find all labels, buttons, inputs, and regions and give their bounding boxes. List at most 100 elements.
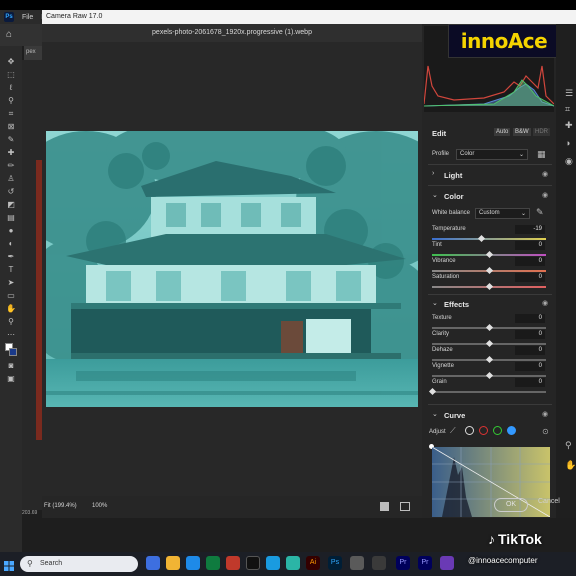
slider-track[interactable] — [432, 238, 546, 240]
document-tab[interactable]: pex — [24, 46, 44, 60]
slider-value-input[interactable]: 0 — [515, 273, 545, 282]
screen-mode-icon[interactable]: ▣ — [4, 373, 18, 384]
color-swatches-icon[interactable] — [4, 342, 18, 358]
tiktok-app-icon[interactable] — [246, 556, 260, 570]
healing-brush-icon[interactable]: ✚ — [4, 147, 18, 158]
cancel-button[interactable]: Cancel — [538, 498, 560, 505]
tiktok-brand: TikTok — [498, 531, 542, 547]
zoom-fit-select[interactable]: Fit (199.4%) — [44, 503, 77, 509]
taskbar-app-icon[interactable] — [206, 556, 220, 570]
taskbar-app-icon[interactable] — [286, 556, 300, 570]
file-explorer-icon[interactable] — [166, 556, 180, 570]
color-section-title[interactable]: Color — [444, 192, 464, 201]
taskbar-search-input[interactable]: ⚲ Search — [20, 556, 138, 572]
windows-start-icon[interactable] — [4, 558, 14, 571]
chevron-down-icon[interactable]: ⌄ — [432, 191, 438, 199]
divider — [428, 294, 552, 295]
eraser-icon[interactable]: ◩ — [4, 199, 18, 210]
shape-tool-icon[interactable]: ▭ — [4, 290, 18, 301]
taskbar-app-icon[interactable] — [226, 556, 240, 570]
profile-browser-icon[interactable]: ▦ — [537, 149, 546, 160]
white-balance-select[interactable]: Custom ⌄ — [475, 208, 530, 219]
photo-preview[interactable] — [46, 131, 418, 407]
slider-label: Vignette — [432, 363, 454, 369]
mask-rail-icon[interactable]: ◑ — [565, 138, 575, 148]
point-curve-red-icon[interactable] — [479, 426, 488, 435]
chevron-down-icon[interactable]: ⌄ — [432, 299, 438, 307]
gradient-tool-icon[interactable]: ▤ — [4, 212, 18, 223]
frame-tool-icon[interactable]: ⊠ — [4, 121, 18, 132]
light-section-title[interactable]: Light — [444, 171, 462, 180]
point-curve-white-icon[interactable] — [465, 426, 474, 435]
point-curve-blue-icon[interactable] — [507, 426, 516, 435]
menu-file[interactable]: File — [22, 14, 33, 21]
single-view-icon[interactable] — [380, 502, 389, 511]
zoom-rail-icon[interactable]: ⚲ — [565, 440, 575, 450]
hdr-button[interactable]: HDR — [533, 128, 550, 136]
lasso-tool-icon[interactable]: ℓ — [4, 82, 18, 93]
edge-icon[interactable] — [186, 556, 200, 570]
taskbar-app-icon[interactable] — [146, 556, 160, 570]
heal-rail-icon[interactable]: ✚ — [565, 120, 575, 130]
stamp-tool-icon[interactable]: ♙ — [4, 173, 18, 184]
slider-value-input[interactable]: 0 — [515, 362, 545, 371]
ok-button[interactable]: OK — [494, 498, 528, 512]
eye-icon[interactable]: ◉ — [542, 191, 548, 199]
blur-tool-icon[interactable]: ● — [4, 225, 18, 236]
quick-mask-icon[interactable]: ◙ — [4, 360, 18, 371]
zoom-percent-select[interactable]: 100% — [92, 503, 107, 509]
target-adjust-icon[interactable]: ⊙ — [542, 427, 549, 436]
zoom-tool-icon[interactable]: ⚲ — [4, 316, 18, 327]
redeye-rail-icon[interactable]: ◉ — [565, 156, 575, 166]
path-select-icon[interactable]: ➤ — [4, 277, 18, 288]
taskbar-app-icon[interactable] — [440, 556, 454, 570]
slider-value-input[interactable]: 0 — [515, 346, 545, 355]
eye-icon[interactable]: ◉ — [542, 410, 548, 418]
slider-value-input[interactable]: 0 — [515, 314, 545, 323]
crop-rail-icon[interactable]: ⌗ — [565, 104, 575, 114]
effects-section-title[interactable]: Effects — [444, 300, 469, 309]
hand-tool-icon[interactable]: ✋ — [4, 303, 18, 314]
taskbar-app-icon[interactable] — [372, 556, 386, 570]
slider-value-input[interactable]: 0 — [515, 241, 545, 250]
history-brush-icon[interactable]: ↺ — [4, 186, 18, 197]
compare-view-icon[interactable] — [400, 502, 410, 511]
tiktok-watermark: ♪ TikTok — [488, 531, 542, 547]
brush-tool-icon[interactable]: ✏ — [4, 160, 18, 171]
premiere-icon[interactable]: Pr — [396, 556, 410, 570]
slider-value-input[interactable]: 0 — [515, 378, 545, 387]
taskbar-app-icon[interactable] — [266, 556, 280, 570]
crop-tool-icon[interactable]: ⌗ — [4, 108, 18, 119]
tone-curve-graph[interactable] — [432, 447, 550, 517]
move-tool-icon[interactable]: ✥ — [4, 56, 18, 67]
eye-icon[interactable]: ◉ — [542, 170, 548, 178]
home-icon[interactable]: ⌂ — [6, 29, 12, 40]
curve-section-title[interactable]: Curve — [444, 411, 465, 420]
slider-value-input[interactable]: -19 — [515, 225, 545, 234]
bw-button[interactable]: B&W — [513, 128, 531, 136]
pen-tool-icon[interactable]: ✒ — [4, 251, 18, 262]
eyedropper-icon[interactable]: ✎ — [536, 207, 544, 218]
slider-value-input[interactable]: 0 — [515, 257, 545, 266]
profile-select[interactable]: Color ⌄ — [456, 149, 528, 160]
type-tool-icon[interactable]: T — [4, 264, 18, 275]
auto-button[interactable]: Auto — [494, 128, 511, 136]
point-curve-green-icon[interactable] — [493, 426, 502, 435]
slider-value-input[interactable]: 0 — [515, 330, 545, 339]
dodge-tool-icon[interactable]: ◐ — [4, 238, 18, 249]
hand-rail-icon[interactable]: ✋ — [565, 460, 576, 470]
slider-track[interactable] — [432, 391, 546, 393]
eye-icon[interactable]: ◉ — [542, 299, 548, 307]
more-tools-icon[interactable]: ⋯ — [4, 329, 18, 340]
chevron-down-icon[interactable]: ⌄ — [432, 410, 438, 418]
photoshop-icon[interactable]: Ps — [328, 556, 342, 570]
chevron-right-icon[interactable]: › — [432, 170, 434, 177]
taskbar-app-icon[interactable] — [350, 556, 364, 570]
parametric-curve-icon[interactable]: ⟋ — [450, 426, 459, 435]
premiere-icon[interactable]: Pr — [418, 556, 432, 570]
illustrator-icon[interactable]: Ai — [306, 556, 320, 570]
eyedropper-icon[interactable]: ✎ — [4, 134, 18, 145]
edit-rail-icon[interactable]: ☰ — [565, 88, 575, 98]
magic-wand-icon[interactable]: ⚲ — [4, 95, 18, 106]
marquee-tool-icon[interactable]: ⬚ — [4, 69, 18, 80]
